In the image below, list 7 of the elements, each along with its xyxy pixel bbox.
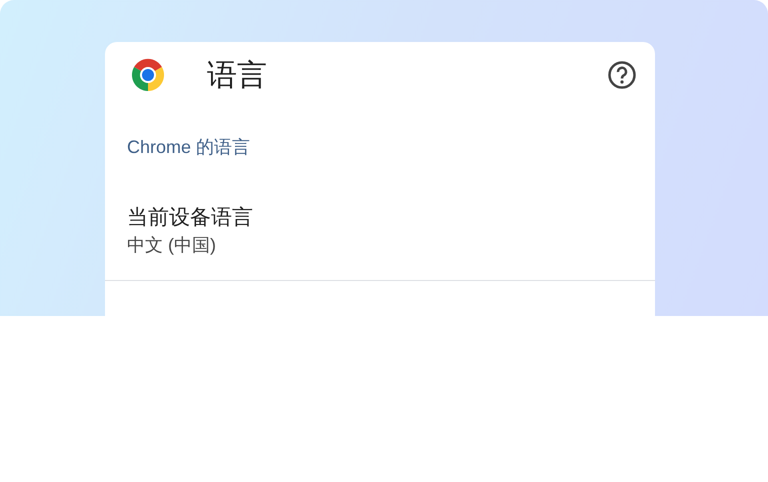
section-heading: Chrome 的语言 bbox=[126, 136, 252, 159]
chrome-logo-icon bbox=[131, 58, 165, 92]
page-title: 语言 bbox=[207, 58, 268, 94]
item-value: 中文 (中国) bbox=[127, 234, 217, 257]
help-icon[interactable] bbox=[607, 60, 637, 90]
item-title: 当前设备语言 bbox=[127, 205, 254, 231]
list-item[interactable]: 当前设备语言 中文 (中国) bbox=[105, 186, 655, 281]
